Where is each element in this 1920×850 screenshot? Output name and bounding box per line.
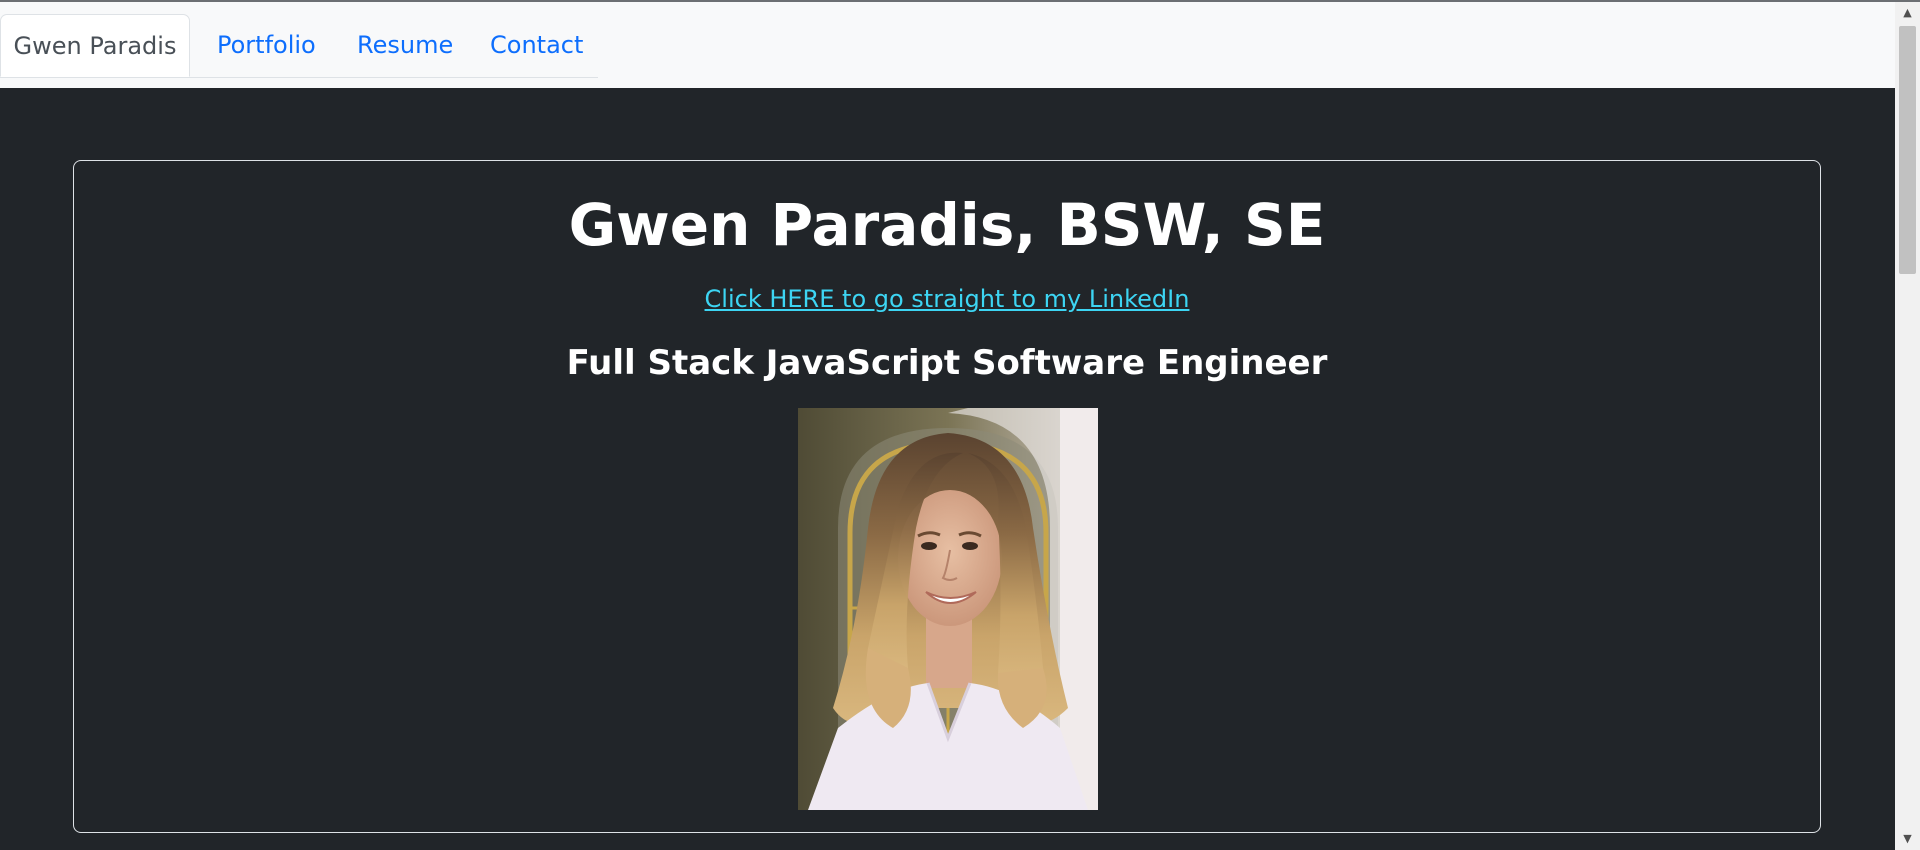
tab-resume[interactable]: Resume xyxy=(357,14,453,76)
linkedin-link-container: Click HERE to go straight to my LinkedIn xyxy=(74,285,1820,314)
scrollbar-thumb[interactable] xyxy=(1899,26,1916,274)
scroll-up-arrow-icon[interactable]: ▲ xyxy=(1895,2,1920,24)
page-subtitle: Full Stack JavaScript Software Engineer xyxy=(566,343,1328,383)
page-title: Gwen Paradis, BSW, SE xyxy=(568,191,1326,259)
linkedin-link[interactable]: Click HERE to go straight to my LinkedIn xyxy=(705,285,1190,313)
profile-photo-illustration xyxy=(798,408,1098,810)
tab-home[interactable]: Gwen Paradis xyxy=(0,14,190,77)
navbar: Gwen Paradis Portfolio Resume Contact xyxy=(0,2,1895,88)
vertical-scrollbar[interactable]: ▲ ▼ xyxy=(1895,2,1920,850)
tab-contact[interactable]: Contact xyxy=(490,14,583,76)
nav-tabs: Gwen Paradis Portfolio Resume Contact xyxy=(0,14,598,78)
profile-photo xyxy=(798,408,1098,810)
scroll-down-arrow-icon[interactable]: ▼ xyxy=(1895,828,1920,850)
intro-card: Gwen Paradis, BSW, SE Click HERE to go s… xyxy=(73,160,1821,833)
tab-portfolio[interactable]: Portfolio xyxy=(217,14,316,76)
